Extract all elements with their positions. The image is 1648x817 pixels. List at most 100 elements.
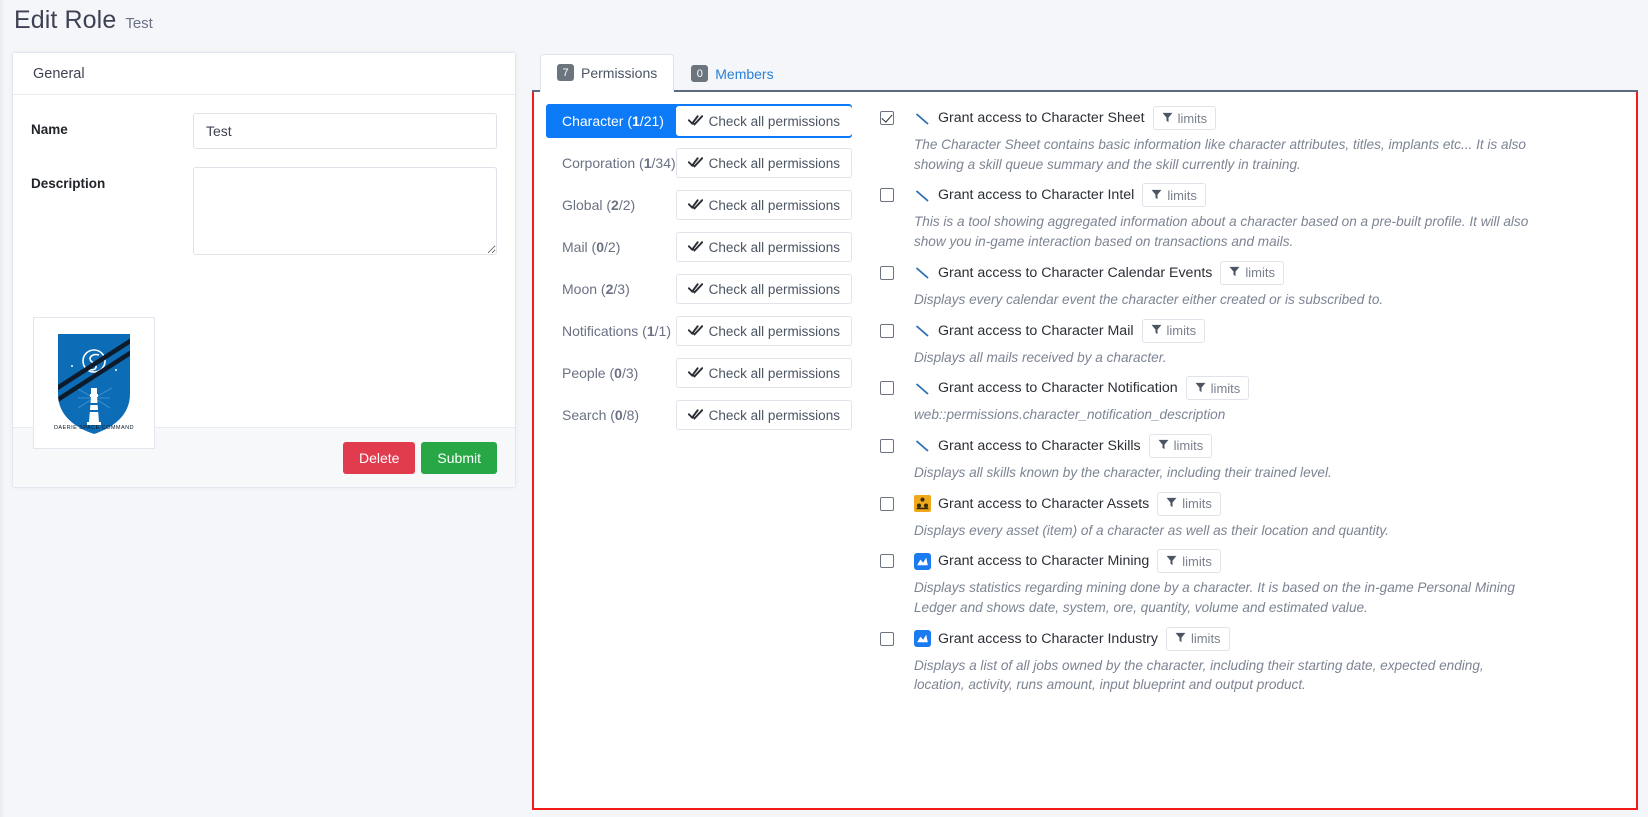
- name-label: Name: [31, 122, 68, 137]
- permission-entry-list: Grant access to Character Sheet limits T…: [866, 92, 1636, 808]
- permission-label: Grant access to Character Calendar Event…: [937, 264, 1213, 281]
- limits-button[interactable]: limits: [1157, 549, 1221, 574]
- limits-button[interactable]: limits: [1185, 376, 1250, 401]
- permission-checkbox[interactable]: [879, 381, 894, 396]
- permission-label: Grant access to Character Intel: [937, 187, 1135, 204]
- permission-header: Grant access to Character Sheet limits: [879, 106, 1614, 130]
- delete-button[interactable]: Delete: [342, 441, 416, 474]
- broken-image-icon: [914, 437, 931, 454]
- permission-label: Grant access to Character Skills: [937, 437, 1141, 454]
- permission-checkbox[interactable]: [879, 188, 894, 203]
- limits-button[interactable]: limits: [1141, 318, 1206, 343]
- limits-label: limits: [1166, 323, 1197, 339]
- permission-checkbox[interactable]: [879, 111, 894, 125]
- category-row-notifications[interactable]: Notifications (1/1) Check all permission…: [546, 314, 852, 348]
- tab-permissions-badge: 7: [557, 64, 574, 81]
- assets-icon: [913, 495, 931, 513]
- permission-description: Displays all skills known by the charact…: [913, 464, 1332, 480]
- permission-header: Grant access to Character Calendar Event…: [879, 260, 1614, 285]
- check-all-button-moon[interactable]: Check all permissions: [675, 274, 852, 304]
- check-all-button-people[interactable]: Check all permissions: [675, 358, 852, 388]
- category-row-moon[interactable]: Moon (2/3) Check all permissions: [546, 272, 852, 306]
- broken-image-icon: [914, 264, 931, 281]
- category-row-people[interactable]: People (0/3) Check all permissions: [546, 356, 852, 390]
- limits-label: limits: [1173, 438, 1204, 454]
- permission-description: This is a tool showing aggregated inform…: [913, 214, 1529, 250]
- category-row-character[interactable]: Character (1/21) Check all permissions: [546, 104, 852, 138]
- category-row-search[interactable]: Search (0/8) Check all permissions: [546, 398, 852, 432]
- permission-label: Grant access to Character Mail: [937, 322, 1134, 339]
- check-all-button-mail[interactable]: Check all permissions: [675, 232, 852, 262]
- page-root: Edit Role Test General Name Description: [0, 0, 1648, 817]
- category-row-corporation[interactable]: Corporation (1/34) Check all permissions: [546, 146, 852, 180]
- filter-icon: [1166, 496, 1177, 511]
- space-command-shield-icon: DAERIE SPACE COMMAND: [53, 329, 135, 438]
- filter-icon: [1229, 265, 1240, 280]
- limits-button[interactable]: limits: [1148, 433, 1213, 458]
- tab-permissions[interactable]: 7 Permissions: [540, 54, 675, 92]
- permission-header: Grant access to Character Mail limits: [879, 318, 1614, 343]
- double-check-icon: [687, 366, 703, 381]
- page-title-subtitle: Test: [125, 15, 153, 32]
- check-all-button-search[interactable]: Check all permissions: [675, 400, 852, 430]
- industry-icon: [913, 630, 931, 648]
- limits-button[interactable]: limits: [1220, 260, 1284, 285]
- permission-checkbox[interactable]: [879, 265, 894, 280]
- limits-label: limits: [1210, 380, 1241, 396]
- filter-icon: [1195, 381, 1206, 396]
- tab-members-label: Members: [715, 65, 774, 82]
- filter-icon: [1151, 188, 1162, 203]
- permission-description: Displays every calendar event the charac…: [913, 291, 1384, 307]
- name-input[interactable]: [193, 113, 497, 149]
- description-row: Description: [31, 167, 497, 255]
- limits-label: limits: [1167, 187, 1197, 203]
- check-all-button-global[interactable]: Check all permissions: [675, 190, 852, 220]
- permission-checkbox[interactable]: [879, 554, 894, 569]
- category-label-people: People (0/3): [562, 365, 639, 381]
- permission-checkbox[interactable]: [879, 496, 894, 511]
- category-row-global[interactable]: Global (2/2) Check all permissions: [546, 188, 852, 222]
- limits-button[interactable]: limits: [1152, 106, 1217, 130]
- permission-header: Grant access to Character Mining limits: [879, 549, 1614, 574]
- filter-icon: [1166, 554, 1177, 569]
- category-label-character: Character (1/21): [562, 113, 664, 129]
- svg-text:DAERIE SPACE COMMAND: DAERIE SPACE COMMAND: [54, 425, 134, 431]
- limits-button[interactable]: limits: [1165, 626, 1230, 651]
- category-label-global: Global (2/2): [562, 197, 636, 213]
- permission-description: Displays statistics regarding mining don…: [913, 580, 1515, 616]
- permission-label: Grant access to Character Sheet: [937, 110, 1145, 126]
- app-sidebar-edge: [0, 0, 5, 817]
- limits-button[interactable]: limits: [1142, 183, 1206, 208]
- permission-item: Grant access to Character Notification l…: [879, 376, 1614, 425]
- double-check-icon: [687, 282, 703, 297]
- check-all-button-corporation[interactable]: Check all permissions: [675, 148, 852, 178]
- permission-checkbox[interactable]: [879, 323, 894, 338]
- description-textarea[interactable]: [193, 167, 497, 255]
- permission-item: Grant access to Character Intel limits T…: [879, 183, 1614, 251]
- general-card-title: General: [33, 65, 85, 82]
- filter-icon: [1162, 111, 1173, 126]
- limits-button[interactable]: limits: [1157, 491, 1221, 516]
- category-label-search: Search (0/8): [562, 407, 640, 423]
- category-row-mail[interactable]: Mail (0/2) Check all permissions: [546, 230, 852, 264]
- permission-label: Grant access to Character Industry: [937, 630, 1158, 647]
- permission-header: Grant access to Character Notification l…: [879, 376, 1614, 401]
- check-all-label-moon: Check all permissions: [708, 281, 840, 297]
- double-check-icon: [687, 114, 703, 129]
- tab-members[interactable]: 0 Members: [674, 54, 790, 92]
- description-label: Description: [31, 176, 106, 191]
- check-all-button-character[interactable]: Check all permissions: [675, 106, 852, 136]
- filter-icon: [1158, 438, 1169, 453]
- check-all-button-notifications[interactable]: Check all permissions: [675, 316, 852, 346]
- permission-label: Grant access to Character Notification: [937, 380, 1178, 397]
- name-row: Name: [31, 113, 497, 149]
- broken-image-icon: [914, 322, 931, 339]
- general-card-header: General: [13, 53, 515, 95]
- permission-item: Grant access to Character Industry limit…: [879, 626, 1614, 695]
- permissions-panel: Character (1/21) Check all permissions C…: [532, 92, 1638, 810]
- submit-button[interactable]: Submit: [421, 441, 497, 474]
- permission-checkbox[interactable]: [879, 438, 894, 453]
- check-all-label-global: Check all permissions: [708, 197, 840, 213]
- permission-item: Grant access to Character Skills limits …: [879, 433, 1614, 483]
- permission-checkbox[interactable]: [879, 631, 894, 646]
